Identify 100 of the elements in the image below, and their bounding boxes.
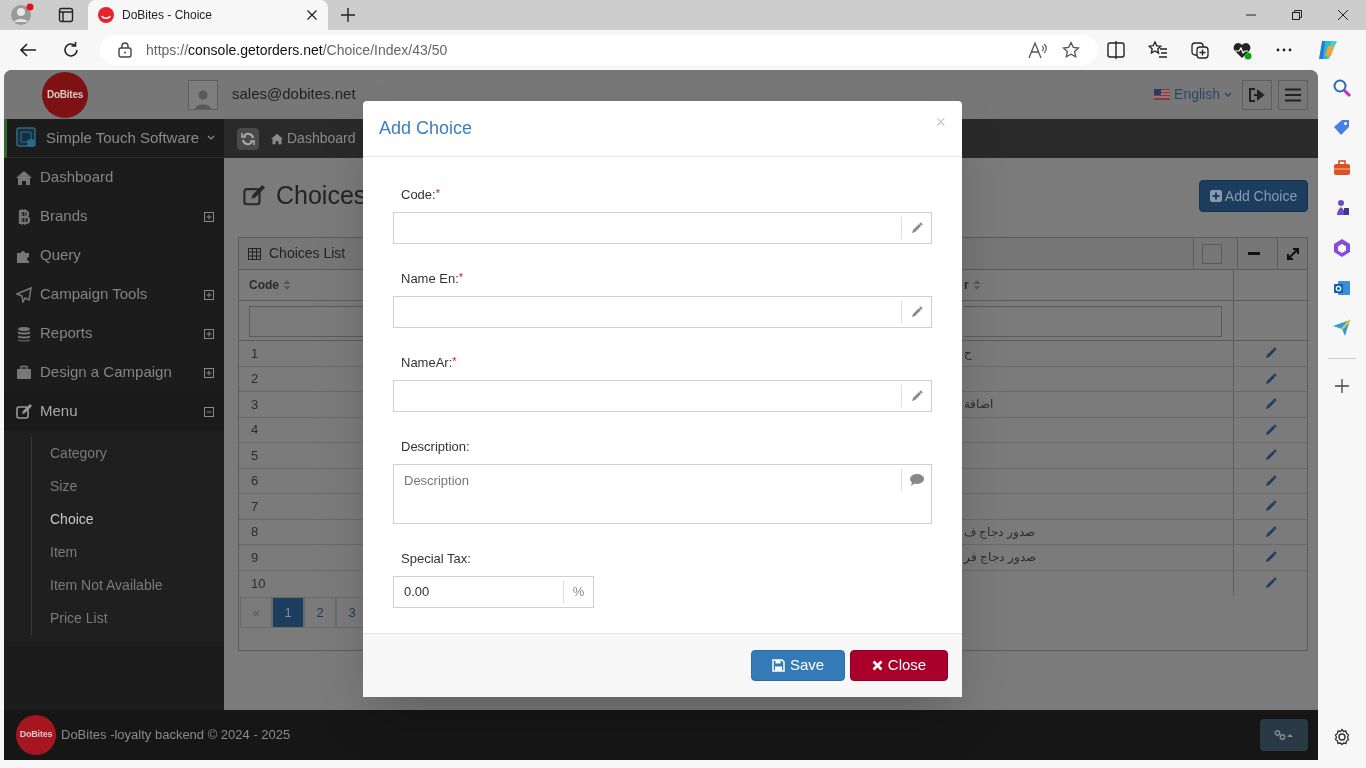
filter-field[interactable] xyxy=(964,305,1222,337)
table-cell-text: 3 xyxy=(250,395,260,414)
back-icon[interactable] xyxy=(19,42,37,58)
close-icon[interactable] xyxy=(1338,10,1348,20)
table-icon xyxy=(248,247,261,260)
search-icon[interactable] xyxy=(1332,78,1352,98)
tab-actions-icon[interactable] xyxy=(58,7,74,23)
office-icon[interactable] xyxy=(1332,238,1352,258)
submenu-item[interactable]: Price List xyxy=(32,602,224,635)
sidebar-item[interactable]: Brands xyxy=(4,197,224,236)
sidebar-item[interactable]: Campaign Tools xyxy=(4,275,224,314)
pencil-icon[interactable] xyxy=(1264,423,1277,436)
profile-icon[interactable] xyxy=(10,3,34,27)
logout-button[interactable] xyxy=(1242,79,1272,110)
logo: DoBites xyxy=(42,71,88,118)
pencil-icon[interactable] xyxy=(1264,551,1277,564)
heart-icon[interactable] xyxy=(1232,40,1252,60)
table-cell-text: 10 xyxy=(250,574,267,593)
flag-icon xyxy=(1154,89,1171,100)
browser-tab[interactable]: DoBites - Choice xyxy=(88,0,328,30)
pencil-icon[interactable] xyxy=(1264,398,1277,411)
sidebar-item[interactable]: Query xyxy=(4,236,224,275)
table-cell-text: 5 xyxy=(250,446,260,465)
column-header[interactable]: r xyxy=(964,270,1233,300)
link-icon xyxy=(1274,730,1294,740)
save-button[interactable]: Save xyxy=(751,650,845,681)
pencil-icon[interactable] xyxy=(1264,577,1277,590)
expand-icon xyxy=(204,328,214,339)
sidebar-item[interactable]: Design a Campaign xyxy=(4,353,224,392)
collections-icon[interactable] xyxy=(1190,40,1210,60)
comment-icon xyxy=(909,474,924,486)
url-text: https://console.getorders.net/Choice/Index/43/50 xyxy=(146,40,449,60)
refresh-button[interactable] xyxy=(237,127,259,150)
submenu-item[interactable]: Item xyxy=(32,536,224,569)
close-button[interactable]: Close xyxy=(850,650,948,681)
column-header[interactable]: Code xyxy=(239,270,364,300)
home-icon xyxy=(271,132,283,145)
add-icon[interactable] xyxy=(1335,379,1349,393)
lock-icon xyxy=(118,42,132,58)
pencil-icon xyxy=(910,306,923,318)
submenu-item[interactable]: Size xyxy=(32,470,224,503)
address-bar[interactable]: https://console.getorders.net/Choice/Index/43/50 xyxy=(100,35,1098,65)
dialog-title: Add Choice xyxy=(379,117,474,140)
collapse-icon xyxy=(204,406,214,417)
table-cell-text: ح xyxy=(964,345,972,363)
pencil-icon[interactable] xyxy=(1264,449,1277,462)
logo: DoBites xyxy=(16,715,56,755)
sidebar-item[interactable]: Dashboard xyxy=(4,158,224,197)
tag-icon[interactable] xyxy=(1332,118,1352,138)
menu-button[interactable] xyxy=(1278,79,1308,110)
tab-title: DoBites - Choice xyxy=(122,7,214,24)
input-field[interactable]: 0.00 % xyxy=(393,576,594,608)
text-area[interactable]: Description xyxy=(393,464,932,524)
read-aloud-icon[interactable] xyxy=(1028,41,1048,59)
table-cell-text: 7 xyxy=(250,497,260,516)
submenu-item[interactable]: Choice xyxy=(32,503,224,536)
table-cell-text: 6 xyxy=(250,472,260,490)
links-button[interactable] xyxy=(1260,719,1308,751)
input-field[interactable] xyxy=(393,212,932,244)
logout-icon xyxy=(1249,87,1265,102)
sort-icon xyxy=(972,280,981,290)
pencil-icon[interactable] xyxy=(1264,500,1277,513)
input-field[interactable] xyxy=(393,380,932,412)
pencil-icon[interactable] xyxy=(1264,525,1277,538)
outlook-icon[interactable] xyxy=(1332,278,1352,298)
submenu-item[interactable]: Category xyxy=(32,437,224,470)
send-icon[interactable] xyxy=(1332,318,1352,338)
input-field[interactable] xyxy=(393,296,932,328)
restore-icon[interactable] xyxy=(1292,10,1302,20)
close-icon[interactable] xyxy=(306,9,318,21)
split-screen-icon[interactable] xyxy=(1106,40,1126,60)
pencil-icon xyxy=(910,222,923,234)
table-cell-text: اضافة xyxy=(964,396,993,414)
plus-square-icon xyxy=(1209,190,1222,202)
pencil-icon[interactable] xyxy=(1264,474,1277,487)
table-cell-text: 8 xyxy=(250,523,260,541)
favorites-icon[interactable] xyxy=(1148,40,1168,60)
add-choice-button[interactable]: Add Choice xyxy=(1199,180,1308,212)
unit-label: % xyxy=(563,581,593,603)
table-cell-text: صدور دجاج ف xyxy=(964,523,1035,541)
breadcrumb-link[interactable]: Dashboard xyxy=(271,128,356,149)
home-icon xyxy=(16,169,32,186)
expand-icon xyxy=(204,289,214,300)
refresh-icon[interactable] xyxy=(62,41,80,59)
briefcase-icon[interactable] xyxy=(1332,158,1352,178)
table-cell-text: 2 xyxy=(250,370,260,388)
pencil-icon[interactable] xyxy=(1264,372,1277,385)
app-icon xyxy=(16,127,38,149)
color-swatch xyxy=(1201,243,1222,264)
sidebar-item[interactable]: Reports xyxy=(4,314,224,353)
caret-icon xyxy=(207,135,216,141)
settings-icon[interactable] xyxy=(1333,728,1351,746)
star-icon[interactable] xyxy=(1062,41,1080,59)
page-button[interactable]: 2 xyxy=(304,597,336,628)
database-icon xyxy=(16,325,32,342)
paper-plane-icon xyxy=(16,286,32,303)
new-tab-icon[interactable] xyxy=(341,8,355,22)
submenu-item[interactable]: Item Not Available xyxy=(32,569,224,602)
page-button[interactable]: 1 xyxy=(272,597,304,628)
pencil-icon[interactable] xyxy=(1264,347,1277,360)
